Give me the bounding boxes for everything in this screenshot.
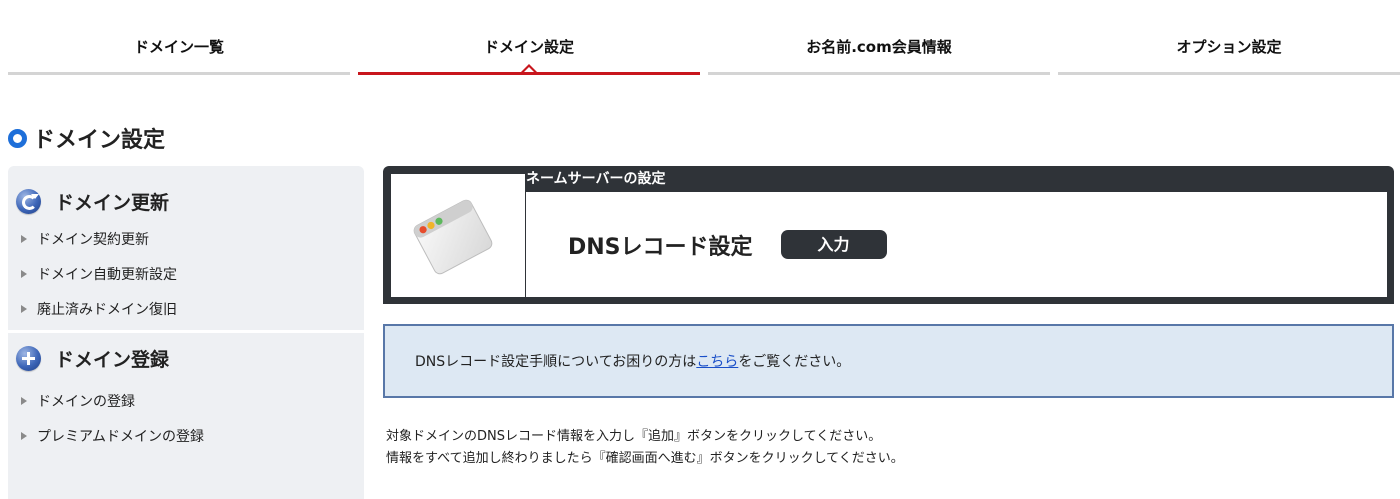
dns-record-label: DNSレコード設定 [568,234,753,260]
ring-bullet-icon [8,128,27,148]
sidebar-section-register: ドメイン登録 ドメインの登録 プレミアムドメインの登録 [8,333,364,453]
nameserver-settings-panel: ネームサーバーの設定 DNSレコード設定 入力 [383,166,1394,304]
tab-underline [707,72,1051,75]
help-text: DNSレコード設定手順についてお困りの方はこちらをご覧ください。 [415,354,851,370]
sidebar-section-title: ドメイン登録 [8,333,364,383]
triangle-right-icon [21,396,27,405]
tab-domain-list[interactable]: ドメイン一覧 [8,0,351,80]
triangle-right-icon [21,234,27,243]
sidebar-item-label: 廃止済みドメイン復旧 [37,301,177,318]
tab-label: ドメイン一覧 [134,38,225,56]
sidebar-item-label: ドメイン自動更新設定 [37,266,177,283]
panel-header: ネームサーバーの設定 [526,171,666,187]
browser-window-icon [413,199,493,275]
browser-window-thumbnail [391,174,525,297]
tab-member-info[interactable]: お名前.com会員情報 [707,0,1051,80]
tab-label: お名前.com会員情報 [806,38,952,56]
instruction-line-1: 対象ドメインのDNSレコード情報を入力し『追加』ボタンをクリックしてください。 [386,429,882,444]
tab-underline [1057,72,1400,75]
instructions: 対象ドメインのDNSレコード情報を入力し『追加』ボタンをクリックしてください。 … [386,426,904,470]
sidebar-item-auto-renewal[interactable]: ドメイン自動更新設定 [8,256,364,291]
sidebar-section-title-text: ドメイン更新 [55,191,170,214]
tab-underline [357,72,701,75]
page-title-text: ドメイン設定 [33,128,166,153]
top-tab-bar: ドメイン一覧 ドメイン設定 お名前.com会員情報 オプション設定 [8,0,1400,80]
sidebar-section-title: ドメイン更新 [8,181,364,221]
tab-option-settings[interactable]: オプション設定 [1057,0,1400,80]
sidebar-item-label: ドメインの登録 [37,393,135,410]
tab-label: オプション設定 [1176,38,1282,56]
sidebar: ドメイン更新 ドメイン契約更新 ドメイン自動更新設定 廃止済みドメイン復旧 ドメ… [8,166,364,499]
sidebar-section-renew: ドメイン更新 ドメイン契約更新 ドメイン自動更新設定 廃止済みドメイン復旧 [8,166,364,326]
sidebar-item-label: ドメイン契約更新 [37,231,149,248]
input-button[interactable]: 入力 [780,230,887,259]
panel-body: DNSレコード設定 入力 [526,192,1387,297]
tab-underline [8,72,351,75]
sidebar-item-restore-domain[interactable]: 廃止済みドメイン復旧 [8,291,364,326]
sidebar-item-register-premium[interactable]: プレミアムドメインの登録 [8,418,364,453]
triangle-right-icon [21,269,27,278]
triangle-right-icon [21,304,27,313]
help-link[interactable]: こちら [696,354,738,370]
sidebar-item-contract-renewal[interactable]: ドメイン契約更新 [8,221,364,256]
help-info-box: DNSレコード設定手順についてお困りの方はこちらをご覧ください。 [383,324,1394,398]
plus-icon [16,345,41,371]
page-title: ドメイン設定 [8,122,165,154]
tab-domain-settings[interactable]: ドメイン設定 [357,0,701,80]
sidebar-section-title-text: ドメイン登録 [55,348,170,371]
sidebar-item-register-domain[interactable]: ドメインの登録 [8,383,364,418]
triangle-right-icon [21,431,27,440]
instruction-line-2: 情報をすべて追加し終わりましたら『確認画面へ進む』ボタンをクリックしてください。 [386,451,904,466]
refresh-icon [16,188,41,214]
sidebar-item-label: プレミアムドメインの登録 [37,428,205,445]
tab-label: ドメイン設定 [484,38,575,56]
